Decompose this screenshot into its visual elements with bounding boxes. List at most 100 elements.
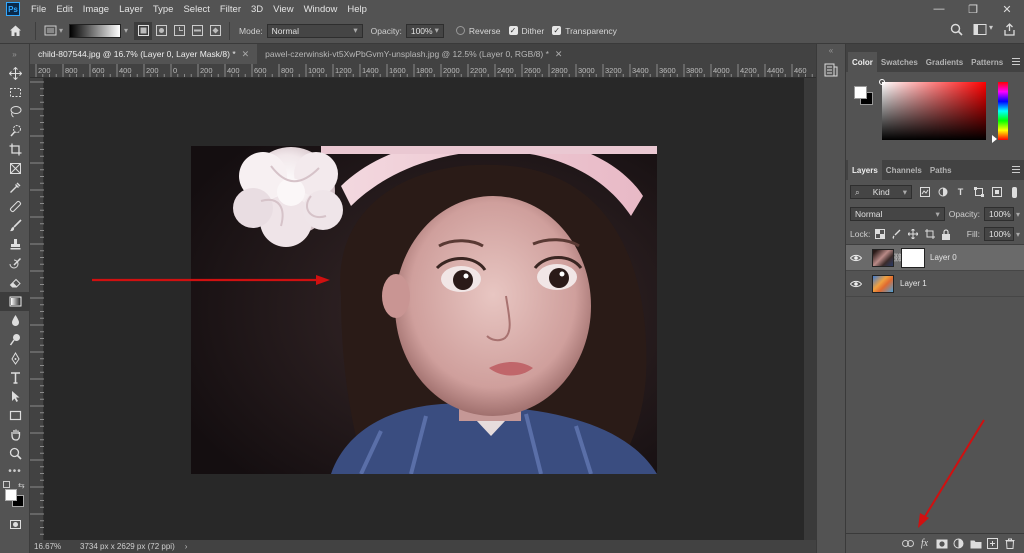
layer-name[interactable]: Layer 0 bbox=[930, 253, 957, 262]
menu-type[interactable]: Type bbox=[148, 4, 179, 15]
filter-shape-icon[interactable] bbox=[972, 186, 985, 199]
chevron-down-icon[interactable]: ▾ bbox=[1016, 210, 1020, 219]
close-tab-icon[interactable]: ✕ bbox=[555, 49, 563, 60]
tab-pawel-czerwinski[interactable]: pawel-czerwinski-vt5XwPbGvmY-unsplash.jp… bbox=[257, 44, 571, 64]
eyedropper-tool-icon[interactable] bbox=[0, 178, 30, 197]
layer-thumbnail[interactable] bbox=[872, 248, 894, 267]
layer-filter-kind[interactable]: ⌕ Kind ▾ bbox=[850, 185, 912, 199]
gradient-tool-icon[interactable] bbox=[0, 292, 30, 311]
filter-type-icon[interactable]: T bbox=[954, 186, 967, 199]
panel-menu-icon[interactable] bbox=[1012, 58, 1020, 65]
more-tools-icon[interactable]: ••• bbox=[0, 463, 30, 479]
chevron-down-icon[interactable]: ▾ bbox=[1016, 230, 1020, 239]
lasso-tool-icon[interactable] bbox=[0, 102, 30, 121]
dither-option[interactable]: ✓ Dither bbox=[508, 26, 544, 36]
diamond-gradient-icon[interactable] bbox=[206, 22, 224, 40]
lock-artboard-icon[interactable] bbox=[924, 228, 935, 241]
collapse-icon[interactable]: » bbox=[0, 44, 29, 64]
photoshop-logo-icon[interactable]: Ps bbox=[6, 2, 20, 16]
chevron-down-icon[interactable]: ▾ bbox=[124, 26, 128, 35]
tab-patterns[interactable]: Patterns bbox=[967, 52, 1007, 72]
zoom-level[interactable]: 16.67% bbox=[30, 542, 70, 551]
home-icon[interactable] bbox=[0, 22, 30, 40]
quick-selection-tool-icon[interactable] bbox=[0, 121, 30, 140]
chevron-right-icon[interactable]: › bbox=[185, 542, 188, 551]
tool-preset-icon[interactable] bbox=[41, 22, 59, 40]
hue-marker-icon[interactable] bbox=[992, 135, 997, 143]
chevron-down-icon[interactable]: ▾ bbox=[989, 23, 993, 36]
layer-mask-thumbnail[interactable] bbox=[901, 247, 925, 268]
lock-pixels-icon[interactable] bbox=[891, 228, 902, 241]
menu-view[interactable]: View bbox=[268, 4, 298, 15]
brush-tool-icon[interactable] bbox=[0, 216, 30, 235]
foreground-color-swatch[interactable] bbox=[5, 489, 17, 501]
layer-opacity-input[interactable]: 100% bbox=[983, 207, 1014, 221]
default-colors-icon[interactable] bbox=[3, 481, 10, 488]
link-icon[interactable]: ⛓ bbox=[893, 253, 903, 262]
color-picker-marker[interactable] bbox=[879, 79, 885, 85]
menu-help[interactable]: Help bbox=[342, 4, 372, 15]
transparency-checkbox[interactable]: ✓ bbox=[552, 26, 562, 35]
adjustment-layer-icon[interactable] bbox=[950, 537, 967, 551]
rectangle-tool-icon[interactable] bbox=[0, 406, 30, 425]
radial-gradient-icon[interactable] bbox=[152, 22, 170, 40]
swap-colors-icon[interactable]: ⇆ bbox=[18, 481, 25, 490]
trash-icon[interactable] bbox=[1001, 537, 1018, 551]
hand-tool-icon[interactable] bbox=[0, 425, 30, 444]
opacity-input[interactable]: 100% ▾ bbox=[405, 23, 444, 38]
visibility-eye-icon[interactable] bbox=[846, 280, 866, 288]
close-tab-icon[interactable]: ✕ bbox=[242, 49, 250, 60]
tab-child-807544[interactable]: child-807544.jpg @ 16.7% (Layer 0, Layer… bbox=[30, 44, 258, 64]
type-tool-icon[interactable] bbox=[0, 368, 30, 387]
menu-edit[interactable]: Edit bbox=[51, 4, 77, 15]
filter-smart-object-icon[interactable] bbox=[990, 186, 1003, 199]
quick-mask-icon[interactable] bbox=[0, 515, 30, 534]
marquee-tool-icon[interactable] bbox=[0, 83, 30, 102]
share-icon[interactable] bbox=[1003, 23, 1016, 36]
linear-gradient-icon[interactable] bbox=[134, 21, 153, 40]
reflected-gradient-icon[interactable] bbox=[188, 22, 206, 40]
menu-file[interactable]: File bbox=[26, 4, 51, 15]
gradient-picker[interactable] bbox=[69, 23, 122, 38]
menu-window[interactable]: Window bbox=[299, 4, 343, 15]
collapse-icon[interactable]: « bbox=[817, 44, 845, 56]
menu-select[interactable]: Select bbox=[178, 4, 214, 15]
eraser-tool-icon[interactable] bbox=[0, 273, 30, 292]
blur-tool-icon[interactable] bbox=[0, 311, 30, 330]
tab-paths[interactable]: Paths bbox=[926, 160, 956, 180]
lock-transparent-icon[interactable] bbox=[874, 228, 886, 241]
reverse-option[interactable]: Reverse bbox=[455, 26, 501, 36]
hue-slider[interactable] bbox=[998, 82, 1008, 140]
zoom-tool-icon[interactable] bbox=[0, 444, 30, 463]
tab-layers[interactable]: Layers bbox=[848, 160, 882, 180]
vertical-scrollbar[interactable] bbox=[804, 78, 816, 540]
menu-3d[interactable]: 3D bbox=[246, 4, 268, 15]
folder-icon[interactable] bbox=[967, 537, 984, 551]
tab-swatches[interactable]: Swatches bbox=[877, 52, 922, 72]
history-brush-tool-icon[interactable] bbox=[0, 254, 30, 273]
filter-adjustment-icon[interactable] bbox=[936, 186, 949, 199]
menu-filter[interactable]: Filter bbox=[215, 4, 246, 15]
lock-all-icon[interactable] bbox=[940, 228, 951, 241]
filter-pixel-icon[interactable] bbox=[918, 186, 931, 199]
layer-row-layer-1[interactable]: Layer 1 bbox=[846, 271, 1024, 297]
menu-image[interactable]: Image bbox=[78, 4, 114, 15]
history-panel-icon[interactable] bbox=[823, 62, 839, 78]
link-layers-icon[interactable] bbox=[899, 537, 916, 551]
blend-mode-select[interactable]: Normal ▾ bbox=[850, 207, 945, 221]
dodge-tool-icon[interactable] bbox=[0, 330, 30, 349]
menu-layer[interactable]: Layer bbox=[114, 4, 148, 15]
layer-thumbnail[interactable] bbox=[872, 274, 894, 293]
tab-color[interactable]: Color bbox=[848, 52, 877, 72]
dither-checkbox[interactable]: ✓ bbox=[508, 26, 518, 35]
path-selection-tool-icon[interactable] bbox=[0, 387, 30, 406]
minimize-button[interactable]: — bbox=[922, 0, 956, 18]
clone-stamp-tool-icon[interactable] bbox=[0, 235, 30, 254]
restore-button[interactable]: ❐ bbox=[956, 0, 990, 18]
fx-icon[interactable]: fx bbox=[916, 537, 933, 551]
frame-tool-icon[interactable] bbox=[0, 159, 30, 178]
visibility-eye-icon[interactable] bbox=[846, 254, 866, 262]
transparency-option[interactable]: ✓ Transparency bbox=[552, 26, 617, 36]
panel-menu-icon[interactable] bbox=[1012, 166, 1020, 173]
search-icon[interactable] bbox=[950, 23, 963, 36]
